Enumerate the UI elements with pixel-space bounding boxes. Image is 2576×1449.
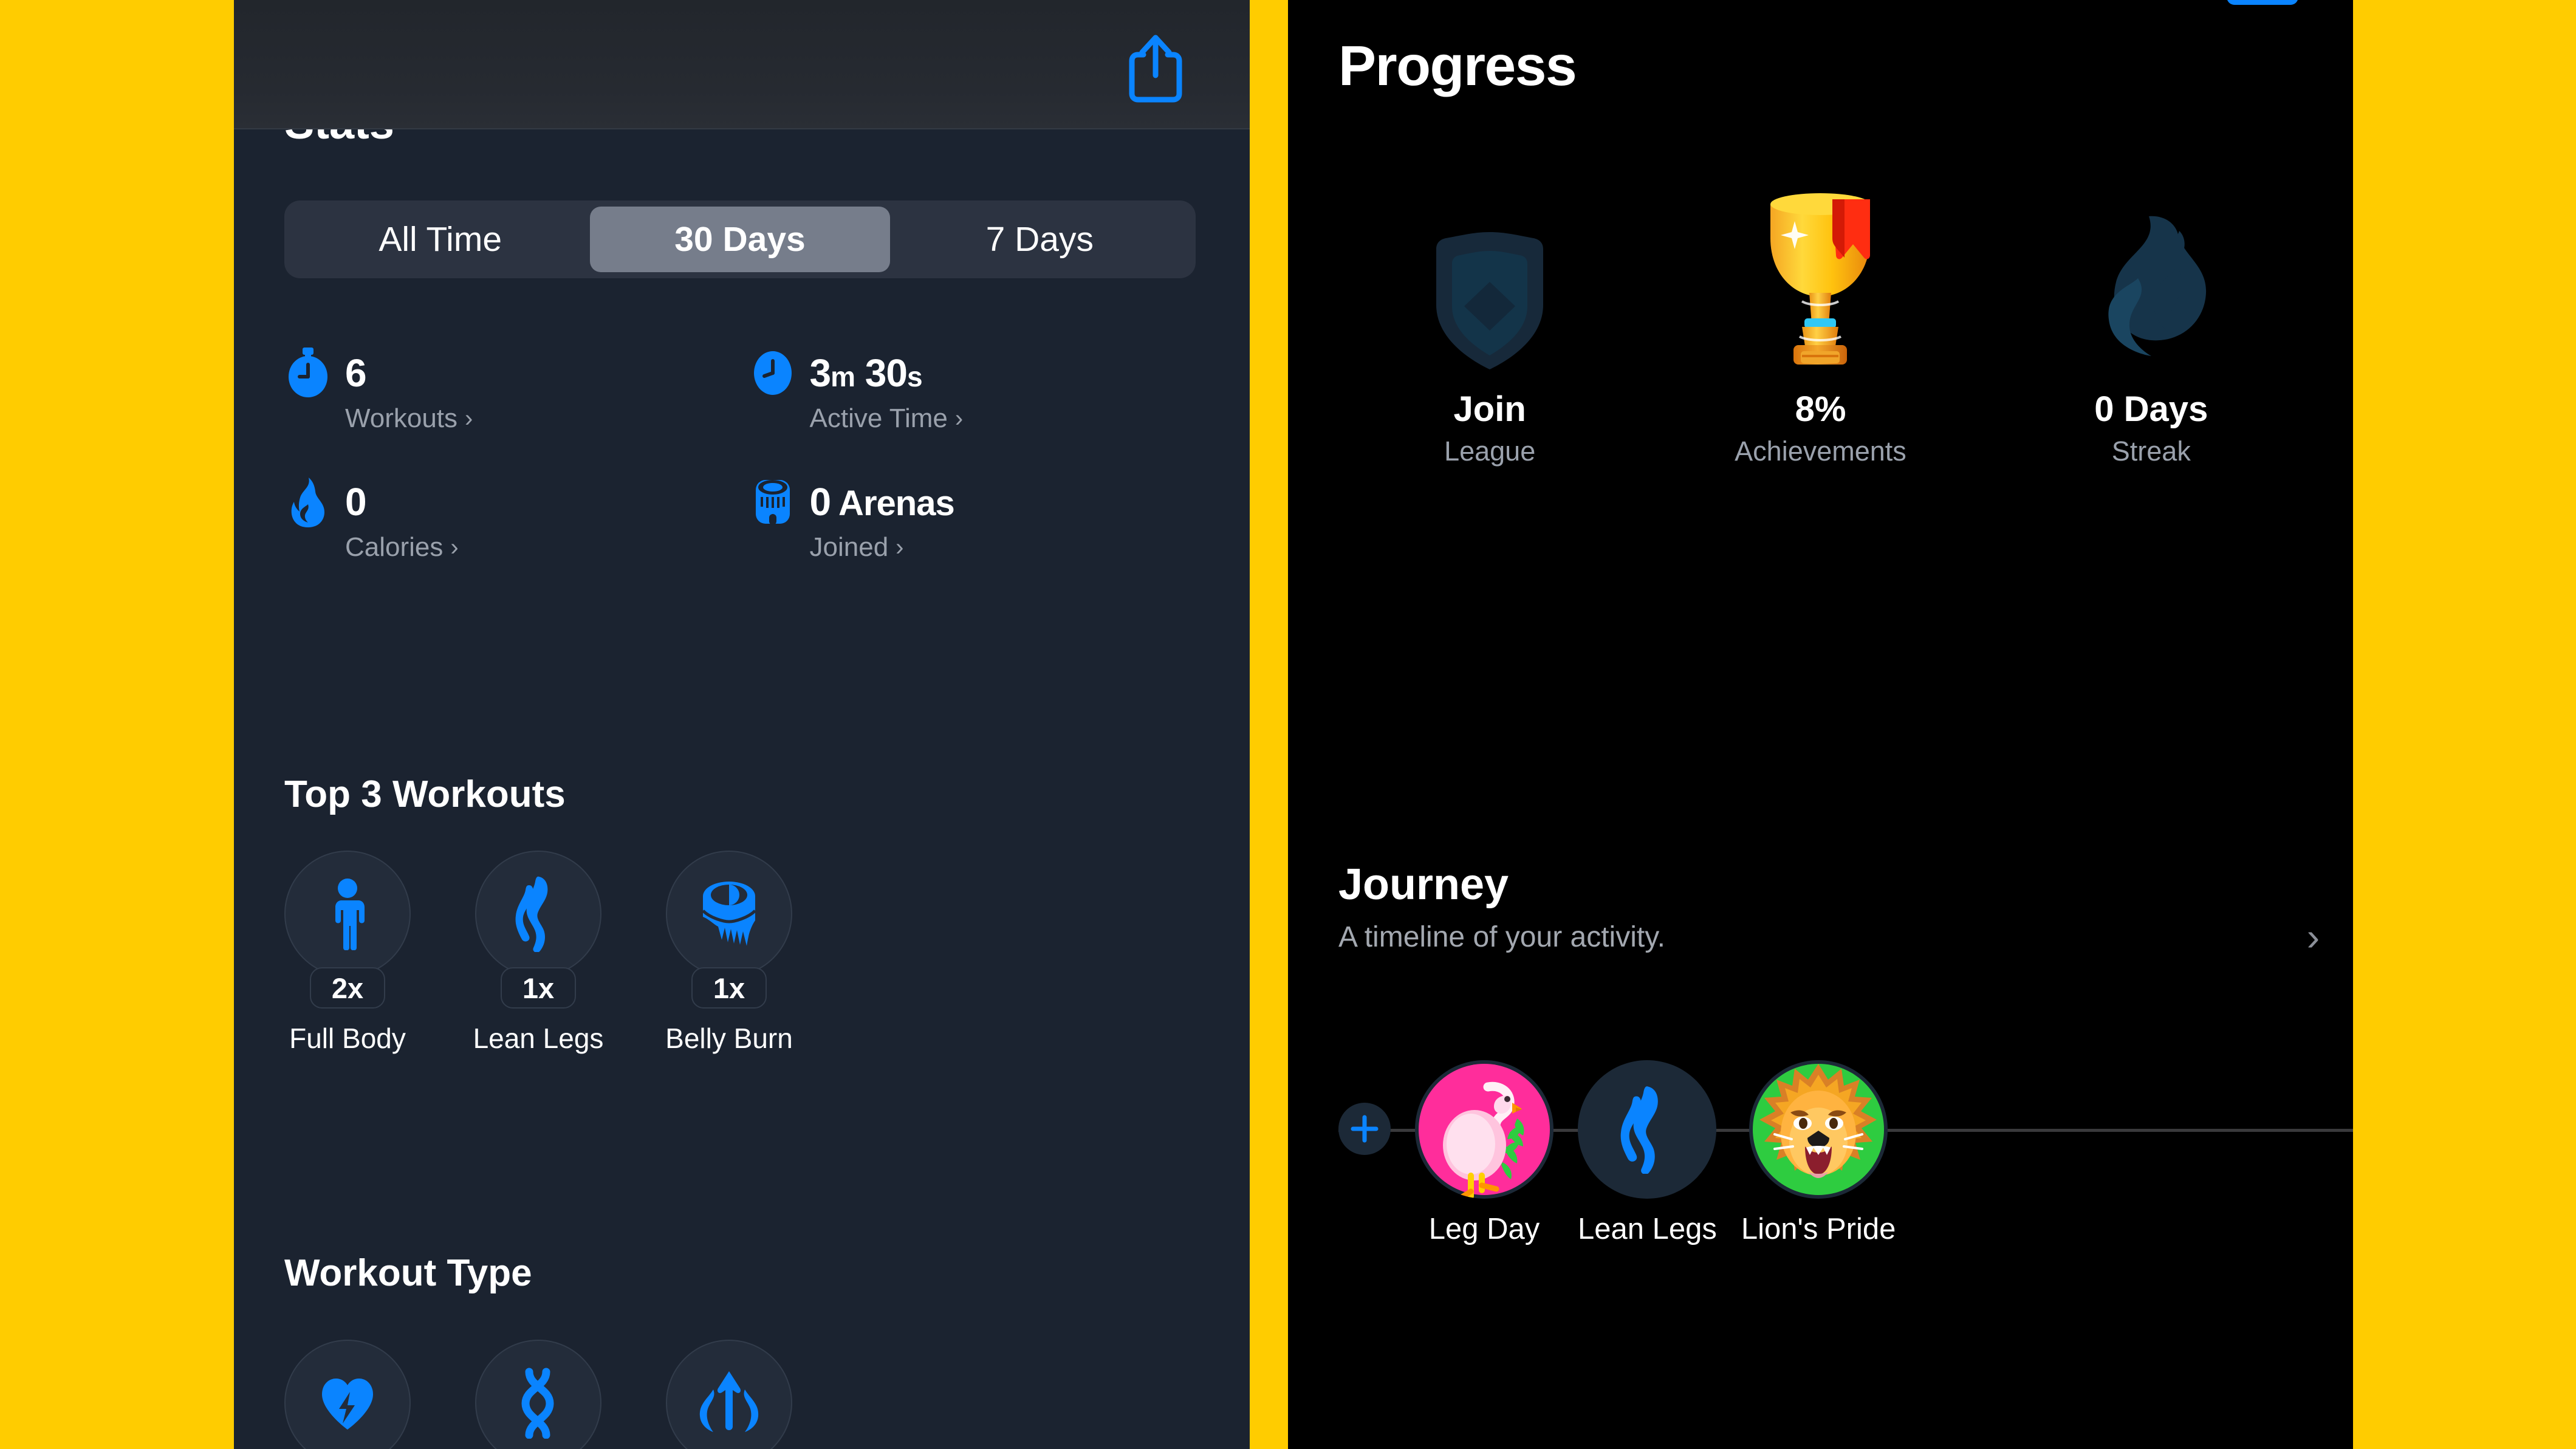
- workout-type-item-1[interactable]: [284, 1340, 411, 1449]
- hero-league-value: Join: [1453, 389, 1526, 429]
- stat-arenas[interactable]: 0 Arenas Joined ›: [749, 475, 1214, 563]
- top3-count-full-body: 2x: [310, 967, 385, 1009]
- person-standing-icon: [284, 851, 411, 977]
- journey-timeline: Leg Day Lean Legs Lion's Pride: [1288, 1060, 2353, 1279]
- flamingo-avatar: [1415, 1060, 1553, 1199]
- top3-workouts-row: 2x Full Body 1x Lean Legs 1x Belly Burn: [234, 851, 1250, 1055]
- stat-calories-top: 0: [284, 475, 749, 529]
- hero-streak[interactable]: 0 Days Streak: [2024, 182, 2279, 467]
- clock-icon: [749, 346, 796, 400]
- arrow-up-flame-icon: [666, 1340, 792, 1449]
- flame-icon: [2091, 182, 2212, 371]
- stat-active-time-label: Active Time: [809, 403, 948, 433]
- left-scroll-container[interactable]: Stats All Time 30 Days 7 Days: [234, 0, 1250, 1449]
- flame-icon: [284, 475, 332, 529]
- segment-30-days[interactable]: 30 Days: [590, 207, 890, 272]
- hero-achievements-label: Achievements: [1735, 436, 1906, 467]
- chevron-right-icon: ›: [450, 534, 459, 561]
- journey-label-lean-legs: Lean Legs: [1578, 1213, 1717, 1245]
- hero-stats-row: Join League 8% Achievements 0 Days Strea…: [1288, 182, 2353, 467]
- journey-subtitle: A timeline of your activity.: [1338, 921, 1665, 953]
- stat-active-time-sub: Active Time ›: [810, 403, 1214, 434]
- stat-arenas-top: 0 Arenas: [749, 475, 1214, 529]
- hero-achievements-value: 8%: [1795, 389, 1846, 429]
- chevron-right-icon: ›: [896, 534, 904, 561]
- stat-workouts-value: 6: [345, 351, 367, 395]
- stat-workouts[interactable]: 6 Workouts ›: [284, 346, 749, 434]
- workout-type-row: [234, 1340, 1250, 1449]
- leg-icon: [475, 851, 601, 977]
- trophy-icon: [1741, 182, 1899, 371]
- screenshot-stage: Stats All Time 30 Days 7 Days: [0, 0, 2576, 1449]
- stat-active-time-value: 3m 30s: [809, 351, 923, 395]
- top3-label-lean-legs: Lean Legs: [473, 1023, 604, 1054]
- timeline-items: Leg Day Lean Legs Lion's Pride: [1338, 1060, 1896, 1246]
- journey-label-lions-pride: Lion's Pride: [1741, 1213, 1896, 1245]
- timeframe-segmented-control[interactable]: All Time 30 Days 7 Days: [284, 200, 1196, 278]
- top3-count-lean-legs: 1x: [501, 967, 576, 1009]
- lion-avatar: [1749, 1060, 1888, 1199]
- chevron-right-icon: ›: [954, 405, 964, 432]
- plus-icon: [1338, 1103, 1391, 1155]
- heart-bolt-icon: [284, 1340, 411, 1449]
- arena-icon: [749, 475, 796, 529]
- stat-arenas-sub: Joined ›: [810, 532, 1214, 563]
- left-phone-panel: Stats All Time 30 Days 7 Days: [234, 0, 1250, 1449]
- top3-count-belly-burn: 1x: [691, 967, 767, 1009]
- leg-avatar: [1578, 1060, 1717, 1199]
- chevron-right-icon[interactable]: ›: [2307, 917, 2320, 956]
- top3-section-title: Top 3 Workouts: [284, 773, 566, 815]
- top-blue-indicator: [2227, 0, 2298, 5]
- chevron-right-icon: ›: [465, 405, 473, 432]
- hero-achievements[interactable]: 8% Achievements: [1693, 182, 1948, 467]
- stopwatch-icon: [284, 346, 332, 400]
- journey-item-leg-day[interactable]: Leg Day: [1415, 1060, 1553, 1246]
- journey-item-lions-pride[interactable]: Lion's Pride: [1741, 1060, 1896, 1246]
- top3-item-belly-burn[interactable]: 1x Belly Burn: [665, 851, 793, 1055]
- journey-add-button[interactable]: [1338, 1060, 1391, 1155]
- hero-streak-value: 0 Days: [2094, 389, 2208, 429]
- stats-grid: 6 Workouts › 3m 30s Active Time › 0 Calo…: [234, 346, 1250, 563]
- journey-item-lean-legs[interactable]: Lean Legs: [1578, 1060, 1717, 1246]
- stat-arenas-label: Joined: [809, 532, 889, 562]
- right-phone-panel: Progress Join League 8% Achievements 0 D…: [1288, 0, 2353, 1449]
- journey-header[interactable]: Journey A timeline of your activity.: [1338, 860, 1665, 954]
- stat-workouts-sub: Workouts ›: [345, 403, 749, 434]
- workout-type-item-3[interactable]: [666, 1340, 792, 1449]
- segment-all-time[interactable]: All Time: [290, 207, 590, 272]
- right-page-title: Progress: [1338, 34, 1577, 97]
- stat-arenas-value: 0 Arenas: [809, 480, 955, 524]
- journey-title: Journey: [1338, 860, 1509, 909]
- hero-league-label: League: [1444, 436, 1536, 467]
- stat-active-time-top: 3m 30s: [749, 346, 1214, 400]
- workout-type-item-2[interactable]: [475, 1340, 601, 1449]
- left-nav-bar: [234, 0, 1250, 129]
- segment-7-days[interactable]: 7 Days: [890, 207, 1190, 272]
- hero-league[interactable]: Join League: [1362, 182, 1617, 467]
- stat-workouts-label: Workouts: [345, 403, 458, 433]
- journey-label-leg-day: Leg Day: [1428, 1213, 1540, 1245]
- top3-item-lean-legs[interactable]: 1x Lean Legs: [473, 851, 604, 1055]
- hero-streak-label: Streak: [2111, 436, 2191, 467]
- stat-active-time[interactable]: 3m 30s Active Time ›: [749, 346, 1214, 434]
- stat-calories-value: 0: [345, 480, 367, 524]
- twisted-muscle-icon: [475, 1340, 601, 1449]
- share-icon[interactable]: [1122, 32, 1189, 104]
- stat-calories-sub: Calories ›: [345, 532, 749, 563]
- shield-icon: [1429, 182, 1550, 371]
- top3-label-belly-burn: Belly Burn: [665, 1023, 793, 1054]
- belly-icon: [666, 851, 792, 977]
- workout-type-section-title: Workout Type: [284, 1252, 532, 1294]
- stat-calories-label: Calories: [345, 532, 444, 562]
- stat-calories[interactable]: 0 Calories ›: [284, 475, 749, 563]
- stat-workouts-top: 6: [284, 346, 749, 400]
- top3-item-full-body[interactable]: 2x Full Body: [284, 851, 411, 1055]
- top3-label-full-body: Full Body: [289, 1023, 406, 1054]
